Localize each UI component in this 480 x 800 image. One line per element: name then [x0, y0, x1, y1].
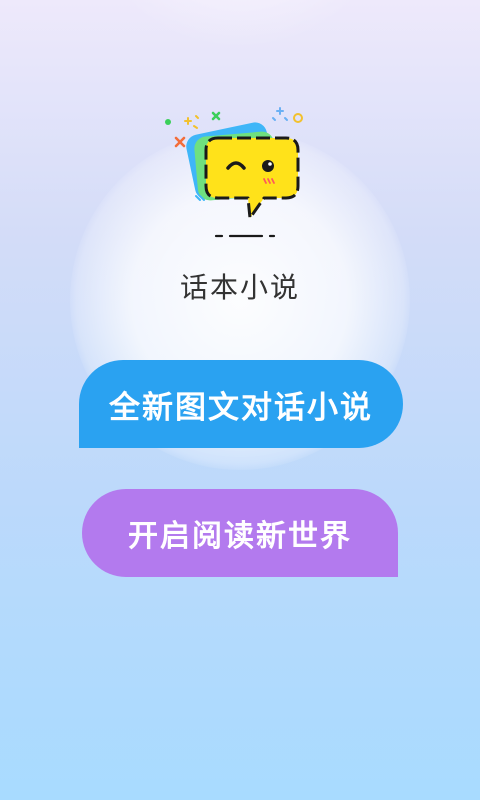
- slogan-bubble-purple: 开启阅读新世界: [82, 489, 398, 577]
- slogan-line-1: 全新图文对话小说: [109, 389, 373, 426]
- slogan-bubble-blue: 全新图文对话小说: [79, 360, 403, 448]
- background-glow-top: [90, 0, 390, 50]
- app-logo-icon: [160, 100, 320, 250]
- slogan-line-2: 开启阅读新世界: [128, 519, 352, 554]
- app-name: 话本小说: [179, 271, 300, 304]
